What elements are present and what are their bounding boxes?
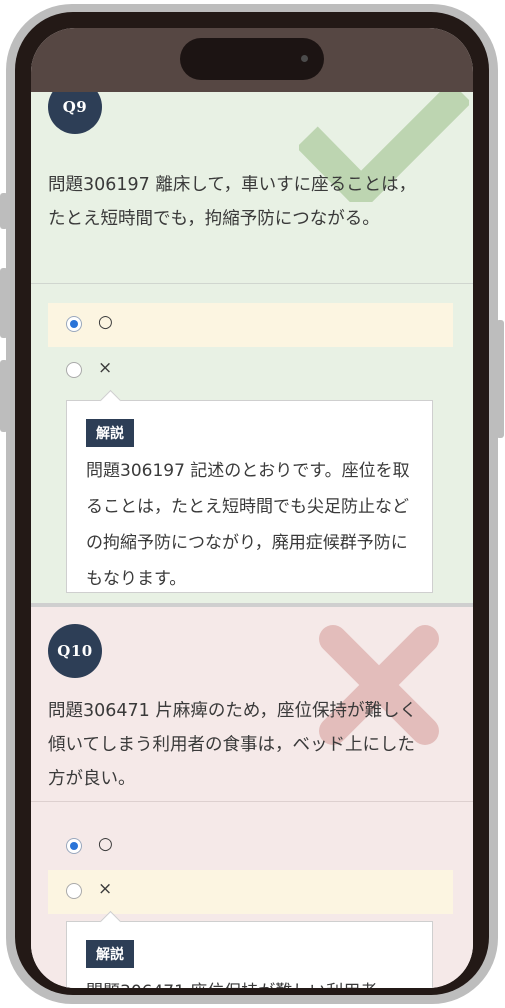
explanation-tag: 解説 — [86, 940, 134, 968]
radio-button[interactable] — [66, 838, 82, 854]
explanation-box: 解説 問題306197 記述のとおりです。座位を取ることは，たとえ短時間でも尖足… — [66, 400, 433, 593]
explanation-tag: 解説 — [86, 419, 134, 447]
answer-option-batsu[interactable]: × — [48, 349, 453, 393]
radio-button[interactable] — [66, 883, 82, 899]
option-label: ○ — [98, 312, 113, 332]
option-label: × — [98, 358, 113, 378]
question-card-q9: Q9 問題306197 離床して，車いすに座ることは，たとえ短時間でも，拘縮予防… — [31, 80, 473, 604]
question-card-q10: Q10 問題306471 片麻痺のため，座位保持が難しく傾いてしまう利用者の食事… — [31, 607, 473, 988]
radio-button[interactable] — [66, 316, 82, 332]
radio-button[interactable] — [66, 362, 82, 378]
camera-icon — [301, 55, 308, 62]
question-text: 問題306471 片麻痺のため，座位保持が難しく傾いてしまう利用者の食事は，ベッ… — [48, 701, 417, 789]
explanation-box: 解説 問題306471 座位保持が難しい利用者 — [66, 921, 433, 988]
explanation-text: 問題306471 座位保持が難しい利用者 — [86, 974, 422, 988]
divider — [31, 801, 473, 802]
phone-screen: Q9 問題306197 離床して，車いすに座ることは，たとえ短時間でも，拘縮予防… — [31, 28, 473, 988]
option-label: × — [98, 879, 113, 899]
answer-option-batsu[interactable]: × — [48, 870, 453, 914]
answer-option-maru[interactable]: ○ — [48, 825, 453, 869]
question-text: 問題306197 離床して，車いすに座ることは，たとえ短時間でも，拘縮予防につな… — [48, 175, 417, 229]
question-number-badge: Q10 — [48, 624, 102, 678]
option-label: ○ — [98, 834, 113, 854]
divider — [31, 283, 473, 284]
quiz-content: Q9 問題306197 離床して，車いすに座ることは，たとえ短時間でも，拘縮予防… — [31, 28, 473, 988]
explanation-text: 問題306197 記述のとおりです。座位を取ることは，たとえ短時間でも尖足防止な… — [86, 461, 410, 589]
dynamic-island — [180, 38, 324, 80]
answer-option-maru[interactable]: ○ — [48, 303, 453, 347]
status-bar — [31, 28, 473, 92]
